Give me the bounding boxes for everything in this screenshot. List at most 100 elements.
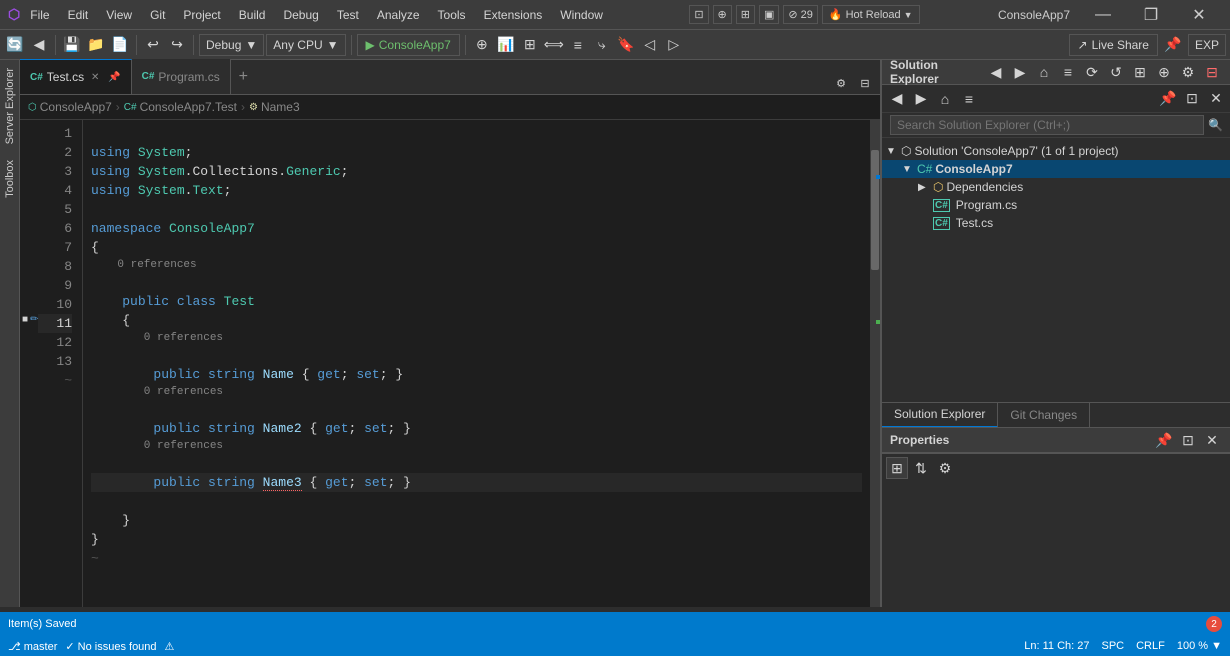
- menu-test[interactable]: Test: [329, 2, 367, 27]
- se-fwd-btn[interactable]: ▶: [1009, 61, 1031, 83]
- tab-test-cs[interactable]: C# Test.cs ✕ 📌: [20, 59, 132, 94]
- se-settings-btn[interactable]: ⚙: [1177, 61, 1199, 83]
- se-sync-btn[interactable]: ⟳: [1081, 61, 1103, 83]
- toolbar-icon-1[interactable]: ⊡: [689, 5, 708, 24]
- menu-window[interactable]: Window: [552, 2, 611, 27]
- tab-program-cs[interactable]: C# Program.cs: [132, 59, 231, 94]
- toolbar-icon-3[interactable]: ⊞: [736, 5, 755, 24]
- tree-project[interactable]: ▼ C# ConsoleApp7: [882, 160, 1230, 178]
- se-tab-git-changes[interactable]: Git Changes: [998, 403, 1090, 428]
- tb-format-icon[interactable]: ≡: [567, 34, 589, 56]
- code-content[interactable]: using System; using System.Collections.G…: [83, 120, 870, 607]
- tab-settings-icon[interactable]: ⚙: [830, 72, 852, 94]
- menu-analyze[interactable]: Analyze: [369, 2, 428, 27]
- menu-view[interactable]: View: [98, 2, 140, 27]
- add-tab-button[interactable]: +: [231, 59, 256, 94]
- error-count-badge[interactable]: ⊘ 29: [783, 5, 818, 24]
- menu-edit[interactable]: Edit: [60, 2, 97, 27]
- se-tab-solution-explorer[interactable]: Solution Explorer: [882, 403, 998, 428]
- tb-attach-icon[interactable]: ⊕: [471, 34, 493, 56]
- warnings-indicator[interactable]: ⚠: [165, 640, 175, 653]
- tb-open-icon[interactable]: 📁: [85, 34, 107, 56]
- tb-profiler-icon[interactable]: 📊: [495, 34, 517, 56]
- se-refresh-btn[interactable]: ↺: [1105, 61, 1127, 83]
- menu-build[interactable]: Build: [231, 2, 274, 27]
- exp-button[interactable]: EXP: [1188, 34, 1226, 56]
- se-home-btn[interactable]: ⌂: [1033, 61, 1055, 83]
- menu-tools[interactable]: Tools: [430, 2, 474, 27]
- run-button[interactable]: ▶ ConsoleApp7: [357, 34, 460, 56]
- se-search-icon[interactable]: 🔍: [1208, 118, 1223, 132]
- prop-float-btn[interactable]: ⊡: [1177, 429, 1199, 451]
- tree-test-cs[interactable]: C# Test.cs: [882, 214, 1230, 232]
- line-ending-indicator[interactable]: CRLF: [1136, 640, 1165, 652]
- prop-alphabetical-btn[interactable]: ⇅: [910, 457, 932, 479]
- breadcrumb-project[interactable]: ⬡ ConsoleApp7: [28, 100, 112, 114]
- tb-back-icon[interactable]: ◀: [28, 34, 50, 56]
- hot-reload-label[interactable]: 🔥 Hot Reload ▼: [822, 5, 920, 24]
- tb-undo-icon[interactable]: ↩: [142, 34, 164, 56]
- tb-new-icon[interactable]: 🔄: [4, 34, 26, 56]
- code-action-icon[interactable]: ■: [22, 314, 28, 325]
- code-editor[interactable]: ■ ✏ 1 2 3 4 5 6 7 8 9 10 11 12 13 ~ usi: [20, 120, 880, 607]
- tab-test-cs-close[interactable]: ✕: [88, 70, 102, 84]
- encoding-indicator[interactable]: SPC: [1101, 640, 1124, 652]
- prop-pin-btn[interactable]: 📌: [1153, 429, 1175, 451]
- restore-button[interactable]: ❐: [1128, 0, 1174, 30]
- se-tb-3[interactable]: ⌂: [934, 88, 956, 110]
- quick-action-icon[interactable]: ✏: [30, 314, 38, 325]
- no-issues-indicator[interactable]: ✓ No issues found: [65, 640, 156, 653]
- se-tb-4[interactable]: ≡: [958, 88, 980, 110]
- se-view-btn[interactable]: ⊞: [1129, 61, 1151, 83]
- close-button[interactable]: ✕: [1176, 0, 1222, 30]
- prop-close-btn[interactable]: ✕: [1201, 429, 1223, 451]
- line-col-indicator[interactable]: Ln: 11 Ch: 27: [1024, 640, 1089, 652]
- prop-categories-btn[interactable]: ⊞: [886, 457, 908, 479]
- se-tb-2[interactable]: ▶: [910, 88, 932, 110]
- se-float-btn[interactable]: ⊡: [1181, 88, 1203, 110]
- minimize-button[interactable]: —: [1080, 0, 1126, 30]
- se-close-btn[interactable]: ⊟: [1201, 61, 1223, 83]
- tab-overflow-icon[interactable]: ⊟: [854, 72, 876, 94]
- tb-redo-icon[interactable]: ↪: [166, 34, 188, 56]
- tb-grid-icon[interactable]: ⊞: [519, 34, 541, 56]
- zoom-indicator[interactable]: 100 % ▼: [1177, 640, 1222, 652]
- git-branch-indicator[interactable]: ⎇ master: [8, 640, 57, 653]
- tb-bookmark-icon[interactable]: 🔖: [615, 34, 637, 56]
- tree-dependencies[interactable]: ▶ ⬡ Dependencies: [882, 178, 1230, 196]
- solution-expand-icon[interactable]: ▼: [886, 146, 898, 157]
- menu-file[interactable]: File: [22, 2, 57, 27]
- tb-wrap-icon[interactable]: ⤷: [591, 34, 613, 56]
- debug-config-dropdown[interactable]: Debug ▼: [199, 34, 264, 56]
- tb-save-all-icon[interactable]: 💾: [61, 34, 83, 56]
- tb-save-icon[interactable]: 📄: [109, 34, 131, 56]
- se-props-btn[interactable]: ≡: [1057, 61, 1079, 83]
- se-pin-btn[interactable]: 📌: [1157, 88, 1179, 110]
- cpu-config-dropdown[interactable]: Any CPU ▼: [266, 34, 345, 56]
- menu-extensions[interactable]: Extensions: [476, 2, 551, 27]
- se-copy-btn[interactable]: ⊕: [1153, 61, 1175, 83]
- se-back-btn[interactable]: ◀: [985, 61, 1007, 83]
- live-share-button[interactable]: ↗ Live Share: [1069, 34, 1158, 56]
- se-tb-1[interactable]: ◀: [886, 88, 908, 110]
- tab-pin-icon[interactable]: 📌: [108, 72, 120, 83]
- vertical-scrollbar[interactable]: [870, 120, 880, 607]
- toolbox-tab[interactable]: Toolbox: [2, 152, 18, 206]
- menu-git[interactable]: Git: [142, 2, 173, 27]
- tb-nav-prev-icon[interactable]: ◁: [639, 34, 661, 56]
- tb-nav-next-icon[interactable]: ▷: [663, 34, 685, 56]
- scrollbar-thumb[interactable]: [871, 150, 879, 270]
- toolbar-icon-2[interactable]: ⊕: [713, 5, 732, 24]
- menu-project[interactable]: Project: [175, 2, 228, 27]
- deps-expand-icon[interactable]: ▶: [918, 182, 930, 193]
- tb-indent-icon[interactable]: ⟺: [543, 34, 565, 56]
- menu-debug[interactable]: Debug: [275, 2, 326, 27]
- prop-properties-btn[interactable]: ⚙: [934, 457, 956, 479]
- tb-pin-icon[interactable]: 📌: [1162, 34, 1184, 56]
- toolbar-icon-4[interactable]: ▣: [759, 5, 779, 24]
- tree-solution[interactable]: ▼ ⬡ Solution 'ConsoleApp7' (1 of 1 proje…: [882, 142, 1230, 160]
- breadcrumb-test[interactable]: C# ConsoleApp7.Test: [124, 100, 237, 114]
- se-search-input[interactable]: [890, 115, 1204, 135]
- server-explorer-tab[interactable]: Server Explorer: [2, 60, 18, 152]
- se-x-btn[interactable]: ✕: [1205, 88, 1227, 110]
